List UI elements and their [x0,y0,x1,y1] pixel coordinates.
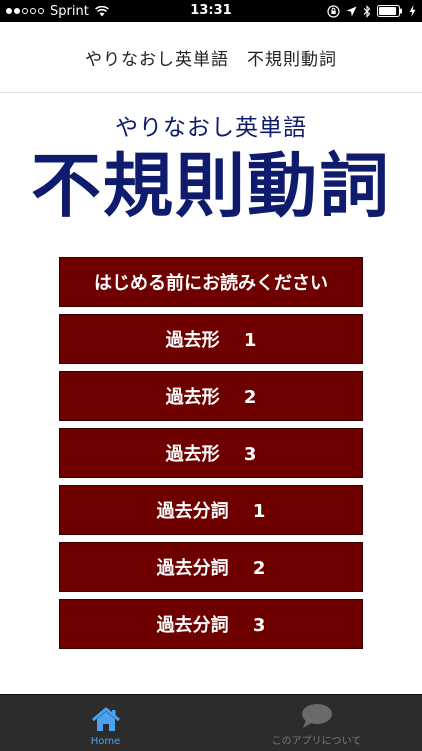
status-bar: Sprint 13:31 [0,0,422,22]
orientation-lock-icon [327,4,340,18]
past-tense-1-button[interactable]: 過去形 1 [59,314,363,364]
tab-home[interactable]: Home [0,695,211,751]
main-menu: はじめる前にお読みください 過去形 1 過去形 2 過去形 3 過去分詞 1 過… [59,257,363,656]
logo-subtitle: やりなおし英単語 [115,115,307,141]
past-participle-1-button[interactable]: 過去分詞 1 [59,485,363,535]
past-tense-3-button[interactable]: 過去形 3 [59,428,363,478]
bluetooth-icon [363,4,371,18]
tab-bar: Home このアプリについて [0,694,422,751]
navigation-bar: やりなおし英単語 不規則動詞 [0,22,422,93]
past-tense-2-button[interactable]: 過去形 2 [59,371,363,421]
charging-bolt-icon [409,5,416,17]
battery-icon [377,5,402,17]
app-logo: やりなおし英単語 不規則動詞 [0,112,422,228]
past-participle-3-button[interactable]: 過去分詞 3 [59,599,363,649]
past-participle-2-button[interactable]: 過去分詞 2 [59,542,363,592]
location-arrow-icon [346,6,357,16]
page-title: やりなおし英単語 不規則動詞 [85,49,337,70]
tab-about-label: このアプリについて [271,736,362,747]
logo-title: 不規則動詞 [31,145,391,227]
tab-home-label: Home [90,736,121,747]
read-before-start-button[interactable]: はじめる前にお読みください [59,257,363,307]
status-right [327,0,416,22]
tab-about[interactable]: このアプリについて [211,695,422,751]
speech-bubble-icon [301,704,332,728]
home-icon [91,707,120,731]
